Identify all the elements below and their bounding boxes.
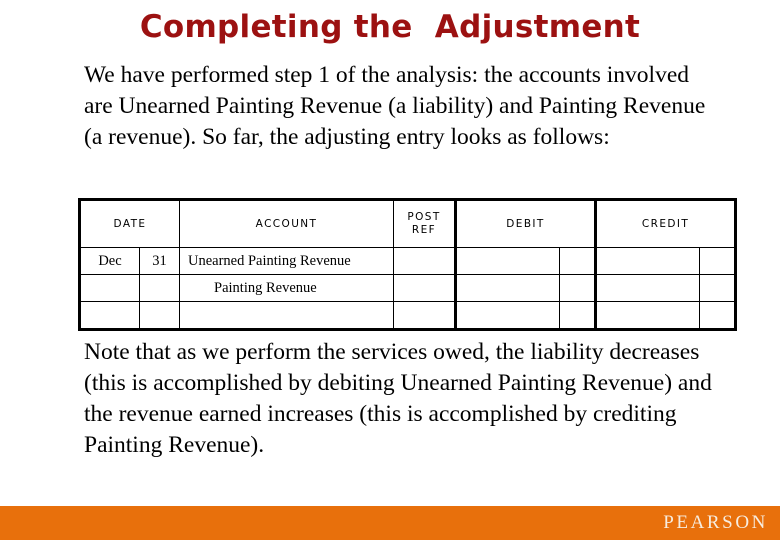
column-header-debit: DEBIT (454, 199, 597, 248)
cell-account[interactable]: Painting Revenue (179, 274, 395, 302)
cell-credit-cents[interactable] (699, 247, 738, 275)
cell-account[interactable] (179, 301, 395, 331)
post-ref-line-2: REF (411, 224, 437, 236)
cell-debit[interactable] (454, 274, 561, 302)
post-ref-line-1: POST (407, 211, 441, 223)
cell-debit-cents[interactable] (559, 247, 597, 275)
page-title: Completing the Adjustment (139, 9, 641, 45)
cell-credit-cents[interactable] (699, 274, 738, 302)
cell-debit[interactable] (454, 301, 561, 331)
cell-date-month[interactable]: Dec (78, 247, 140, 275)
column-header-credit: CREDIT (594, 199, 738, 248)
cell-date-day[interactable] (138, 274, 181, 302)
cell-post-ref[interactable] (393, 247, 457, 275)
cell-date-day[interactable]: 31 (138, 247, 181, 275)
intro-paragraph: We have performed step 1 of the analysis… (84, 62, 706, 150)
closing-paragraph: Note that as we perform the services owe… (84, 339, 712, 458)
column-header-post-ref: POST REF (393, 199, 457, 248)
cell-date-month[interactable] (78, 301, 140, 331)
column-header-account: ACCOUNT (179, 199, 395, 248)
cell-post-ref[interactable] (393, 301, 457, 331)
cell-date-month[interactable] (78, 274, 140, 302)
table-header-row: DATE ACCOUNT POST REF DEBIT CREDIT (77, 199, 738, 248)
column-header-date: DATE (77, 199, 181, 248)
cell-debit[interactable] (454, 247, 561, 275)
cell-account[interactable]: Unearned Painting Revenue (179, 247, 395, 275)
cell-debit-cents[interactable] (559, 301, 597, 331)
journal-entry-table: DATE ACCOUNT POST REF DEBIT CREDIT Dec 3… (77, 198, 738, 331)
cell-post-ref[interactable] (393, 274, 457, 302)
footer-bar: PEARSON (0, 506, 780, 540)
pearson-logo: PEARSON (663, 512, 768, 533)
cell-credit[interactable] (594, 301, 701, 331)
cell-credit[interactable] (594, 247, 701, 275)
cell-credit[interactable] (594, 274, 701, 302)
cell-credit-cents[interactable] (699, 301, 738, 331)
cell-date-day[interactable] (138, 301, 181, 331)
table-row (78, 301, 738, 331)
cell-debit-cents[interactable] (559, 274, 597, 302)
table-row: Painting Revenue (78, 274, 738, 302)
table-row: Dec 31 Unearned Painting Revenue (78, 247, 738, 275)
